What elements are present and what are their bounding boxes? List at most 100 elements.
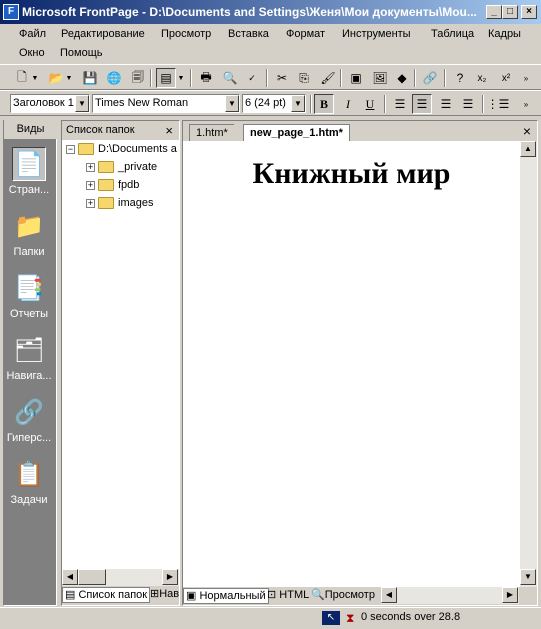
tab-1-htm[interactable]: 1.htm* (189, 124, 234, 141)
hyperlink-icon[interactable]: 🔗 (420, 68, 440, 88)
scroll-left-icon[interactable]: ◀ (62, 569, 78, 585)
toolbar-options-icon[interactable]: » (520, 94, 532, 114)
tree-item[interactable]: + fpdb (86, 179, 139, 191)
menu-format[interactable]: Формат (283, 27, 328, 41)
chevron-down-icon[interactable]: ▼ (176, 68, 186, 88)
scroll-down-icon[interactable]: ▼ (520, 569, 536, 585)
maximize-button[interactable]: □ (502, 5, 518, 19)
save-icon[interactable]: 💾 (80, 68, 100, 88)
scroll-up-icon[interactable]: ▲ (520, 141, 536, 157)
scroll-right-icon[interactable]: ▶ (502, 587, 518, 603)
tab-navigation[interactable]: ⊞Нав (148, 587, 181, 603)
preview-mode-icon: 🔍 (311, 589, 325, 601)
menu-bar: Файл Редактирование Просмотр Вставка Фор… (0, 24, 541, 64)
standard-toolbar: 🗋 ▼ 📂 ▼ 💾 🌐 🗐 ▤ ▼ 🖶 🔍 ✓ ✂ ⎘ 🖌 ▣ 🖼 ◆ 🔗 ? … (0, 64, 541, 90)
tree-root[interactable]: − D:\Documents a (66, 143, 177, 155)
views-bar-icon[interactable]: ▤ (156, 68, 176, 88)
folder-list-pane: Список папок × − D:\Documents a + _priva… (61, 120, 180, 606)
menu-edit[interactable]: Редактирование (58, 27, 148, 41)
expand-icon[interactable]: + (86, 180, 95, 190)
menu-view[interactable]: Просмотр (158, 27, 214, 41)
print-preview-icon[interactable]: 🔍 (220, 68, 240, 88)
chevron-down-icon[interactable]: ▼ (30, 68, 40, 88)
bullets-icon[interactable]: ⋮☰ (487, 94, 510, 114)
bold-button[interactable]: B (314, 94, 334, 114)
print-icon[interactable]: 🖶 (196, 68, 216, 88)
font-size-select[interactable]: 6 (24 pt) ▼ (242, 94, 306, 113)
view-page[interactable]: 📄 Стран... (3, 147, 55, 196)
page-canvas[interactable]: Книжный мир (183, 141, 520, 587)
chevron-down-icon[interactable]: ▼ (75, 95, 89, 112)
superscript-icon[interactable]: x² (496, 68, 516, 88)
copy-icon[interactable]: ⎘ (294, 68, 314, 88)
chevron-down-icon[interactable]: ▼ (225, 95, 239, 112)
close-icon[interactable]: × (523, 123, 531, 139)
scroll-left-icon[interactable]: ◀ (381, 587, 397, 603)
chevron-down-icon[interactable]: ▼ (291, 95, 305, 112)
view-tasks[interactable]: 📋 Задачи (3, 457, 55, 507)
view-hyperlinks[interactable]: 🔗 Гиперс... (3, 395, 55, 445)
publish-icon[interactable]: 🌐 (104, 68, 124, 88)
open-folder-icon[interactable]: 📂 (46, 68, 66, 88)
drawing-icon[interactable]: ◆ (392, 68, 412, 88)
formatting-toolbar: Заголовок 1 ▼ Times New Roman ▼ 6 (24 pt… (0, 90, 541, 116)
view-label: Стран... (8, 184, 50, 196)
tree-item[interactable]: + images (86, 197, 153, 209)
folder-list-icon[interactable]: 🗐 (128, 68, 148, 88)
menu-window[interactable]: Окно (16, 46, 48, 60)
tab-folder-list[interactable]: ▤ Список папок (62, 587, 151, 603)
navigation-icon: 🗂 (13, 336, 45, 364)
expand-icon[interactable]: + (86, 162, 95, 172)
tree-item-label: fpdb (118, 179, 140, 191)
format-painter-icon[interactable]: 🖌 (318, 68, 338, 88)
view-label: Навига... (6, 370, 52, 382)
menu-insert[interactable]: Вставка (225, 27, 272, 41)
underline-button[interactable]: U (360, 94, 380, 114)
editor-vscroll[interactable]: ▲ ▼ (520, 141, 537, 587)
html-mode-icon: ⊡ (267, 589, 277, 601)
folder-icon (98, 197, 114, 209)
minimize-button[interactable]: _ (486, 5, 502, 19)
font-value: Times New Roman (95, 97, 189, 109)
menu-tools[interactable]: Инструменты (339, 27, 414, 41)
view-folders[interactable]: 📁 Папки (3, 209, 55, 259)
insert-picture-icon[interactable]: 🖼 (370, 68, 390, 88)
close-button[interactable]: × (521, 5, 537, 19)
expand-icon[interactable]: + (86, 198, 95, 208)
menu-file[interactable]: Файл (16, 27, 49, 41)
page-heading[interactable]: Книжный мир (183, 157, 520, 191)
style-select[interactable]: Заголовок 1 ▼ (10, 94, 90, 113)
new-page-icon[interactable]: 🗋 (12, 68, 32, 88)
scroll-thumb[interactable] (78, 569, 106, 585)
tree-item[interactable]: + _private (86, 161, 157, 173)
tab-preview[interactable]: 🔍Просмотр (309, 588, 377, 604)
menu-table[interactable]: Таблица (428, 27, 477, 41)
tab-normal[interactable]: ▣ Нормальный (183, 588, 269, 604)
folder-open-icon (78, 143, 94, 155)
tab-new-page[interactable]: new_page_1.htm* (243, 124, 350, 141)
collapse-icon[interactable]: − (66, 144, 75, 154)
italic-button[interactable]: I (338, 94, 358, 114)
align-right-icon[interactable]: ☰ (436, 94, 456, 114)
view-navigation[interactable]: 🗂 Навига... (3, 333, 55, 383)
align-left-icon[interactable]: ☰ (390, 94, 410, 114)
menu-frames[interactable]: Кадры (485, 27, 524, 41)
insert-component-icon[interactable]: ▣ (346, 68, 366, 88)
subscript-icon[interactable]: x₂ (472, 68, 492, 88)
menu-help[interactable]: Помощь (57, 46, 106, 60)
view-reports[interactable]: 📑 Отчеты (3, 271, 55, 321)
tab-html[interactable]: ⊡ HTML (265, 588, 311, 604)
cut-icon[interactable]: ✂ (272, 68, 292, 88)
folder-hscroll[interactable]: ◀ ▶ (62, 569, 179, 586)
close-icon[interactable]: × (165, 121, 173, 140)
help-icon[interactable]: ? (450, 68, 470, 88)
chevron-down-icon[interactable]: ▼ (64, 68, 74, 88)
justify-icon[interactable]: ☰ (458, 94, 478, 114)
font-select[interactable]: Times New Roman ▼ (92, 94, 240, 113)
toolbar-options-icon[interactable]: » (520, 68, 532, 88)
scroll-right-icon[interactable]: ▶ (162, 569, 178, 585)
spelling-icon[interactable]: ✓ (242, 68, 262, 88)
editor-hscroll[interactable]: ◀ ▶ (381, 587, 519, 604)
align-center-icon[interactable]: ☰ (412, 94, 432, 114)
tasks-icon: 📋 (14, 460, 44, 488)
